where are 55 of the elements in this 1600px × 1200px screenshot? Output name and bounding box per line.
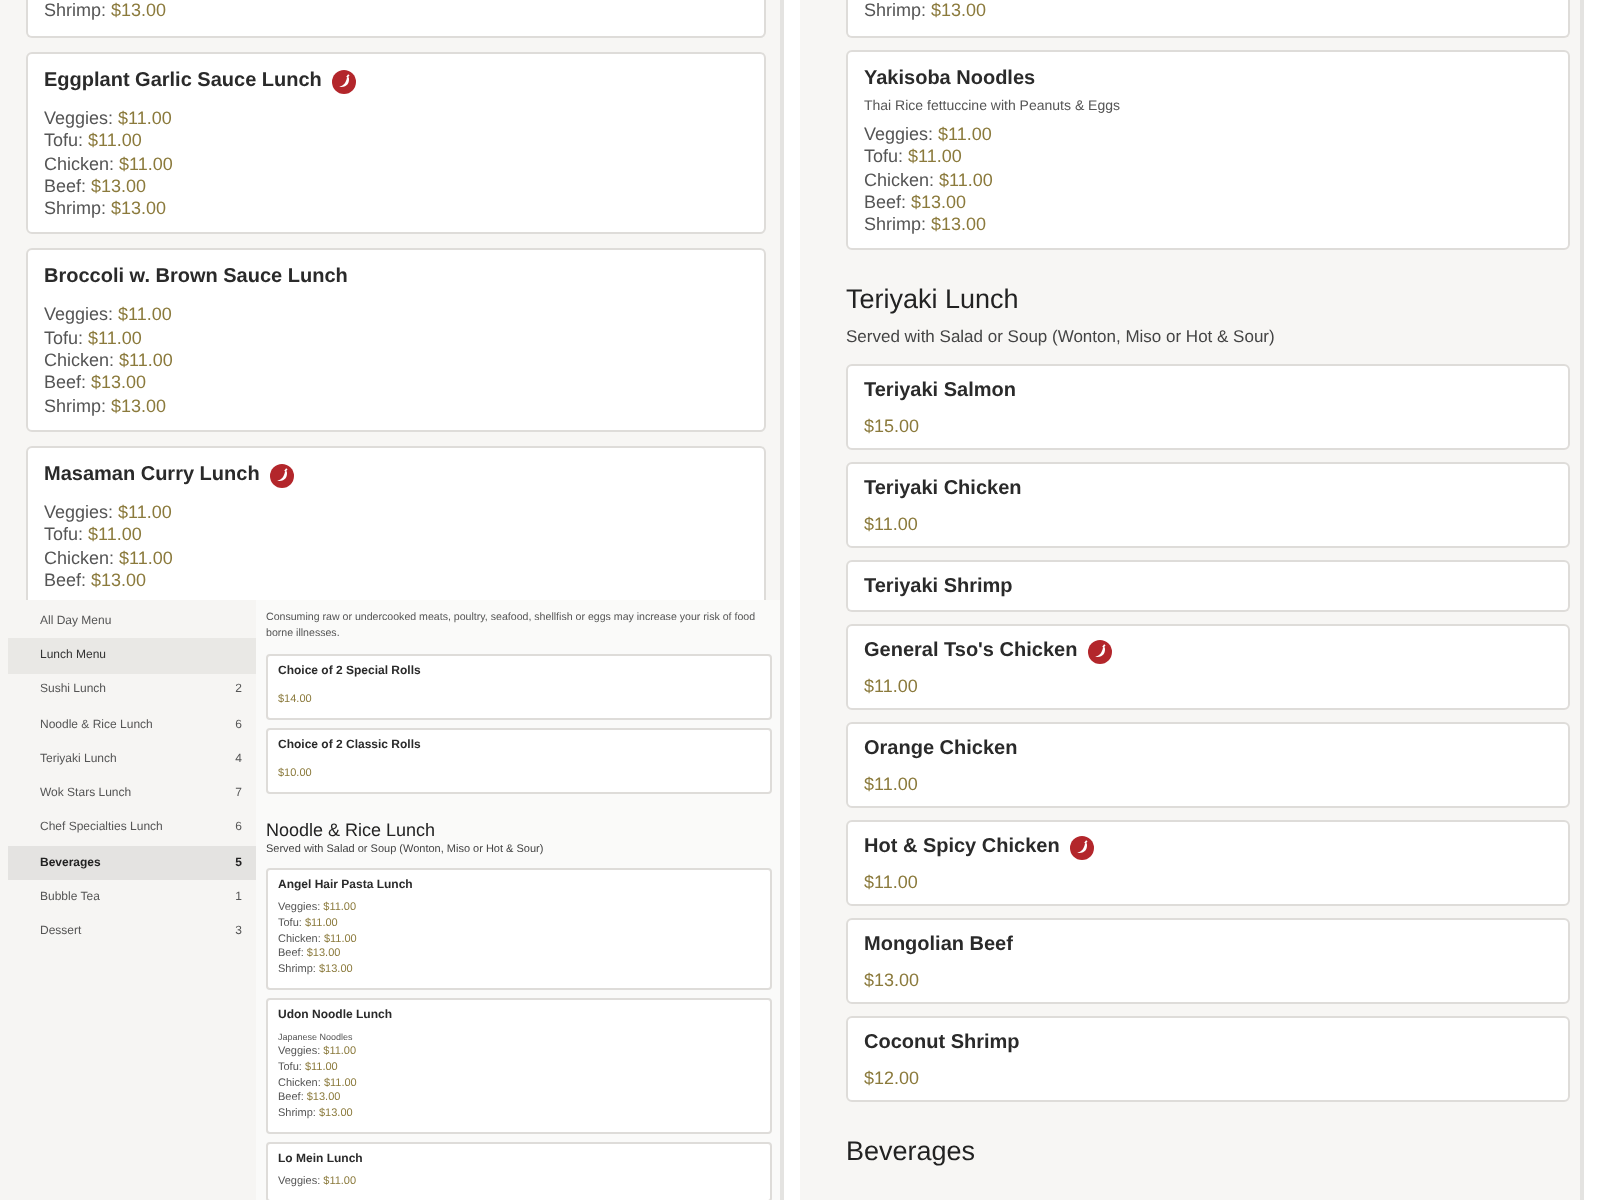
item-price: $11.00	[864, 676, 920, 698]
item-title: Yakisoba Noodles	[864, 66, 1036, 94]
section-heading: Beverages	[846, 1134, 978, 1170]
menu-item-card[interactable]: Teriyaki Chicken $11.00	[846, 462, 1570, 549]
menu-item-card[interactable]: Broccoli w. Brown Sauce Lunch Veggies: $11.00 Tofu: $11.00 Chicken: $11.00 Beef: $13.00 Shrimp: $13.00	[26, 248, 766, 432]
item-price: $11.00	[864, 514, 920, 537]
section-heading: Noodle & Rice Lunch	[266, 818, 438, 842]
menu-item-card[interactable]: Teriyaki Shrimp	[846, 560, 1570, 600]
price-line: Veggies: $11.00	[44, 304, 174, 328]
price-line: Beef: $13.00	[44, 569, 149, 593]
menu-item-card[interactable]: Teriyaki Salmon $15.00	[846, 364, 1570, 451]
item-price: $13.00	[864, 970, 922, 992]
item-title: Teriyaki Shrimp	[864, 574, 1013, 600]
item-title: Broccoli w. Brown Sauce Lunch	[44, 264, 348, 293]
price-line: Beef: $13.00	[44, 175, 149, 199]
price-line: Chicken: $11.00	[864, 169, 995, 192]
item-price: $12.00	[864, 1068, 922, 1090]
item-title: Hot & Spicy Chicken	[864, 834, 1060, 862]
price-line: Veggies: $11.00	[864, 124, 994, 147]
menu-item-card[interactable]: Mongolian Beef $13.00	[846, 918, 1570, 1004]
price-line: Tofu: $11.00	[44, 524, 144, 548]
menu-item-card[interactable]: Masaman Curry Lunch Veggies: $11.00 Tofu: $11.00 Chicken: $11.00 Beef: $13.00	[26, 445, 766, 600]
price-line: Shrimp: $13.00	[44, 0, 169, 23]
price-line: Shrimp: $13.00	[44, 395, 169, 418]
section-heading: Teriyaki Lunch	[846, 282, 1021, 319]
menu-item-card[interactable]: General Tso's Chicken $11.00	[846, 624, 1570, 710]
menu-item-card[interactable]: Hot & Spicy Chicken $11.00	[846, 820, 1570, 906]
price-line: Shrimp: $13.00	[44, 198, 169, 221]
item-price: $11.00	[864, 872, 920, 894]
price-line: Beef: $13.00	[864, 191, 969, 215]
price-line: Tofu: $11.00	[44, 130, 144, 154]
menu-item-card[interactable]: Eggplant Garlic Sauce Lunch Veggies: $11.00 Tofu: $11.00 Chicken: $11.00 Beef: $13.00 Shrimp: $13.00	[26, 52, 766, 235]
item-price: $15.00	[864, 416, 922, 439]
item-title: General Tso's Chicken	[864, 638, 1078, 666]
item-title: Coconut Shrimp	[864, 1030, 1020, 1058]
price-line: Tofu: $11.00	[864, 146, 964, 170]
item-title: Mongolian Beef	[864, 932, 1013, 960]
price-line: Shrimp: $13.00	[864, 0, 989, 23]
menu-item-card[interactable]: Orange Chicken $11.00	[846, 722, 1570, 808]
item-title: Teriyaki Salmon	[864, 378, 1016, 407]
item-title: Masaman Curry Lunch	[44, 461, 260, 490]
item-title: Orange Chicken	[864, 736, 1018, 764]
price-line: Veggies: $11.00	[44, 501, 174, 525]
price-line: Chicken: $11.00	[44, 547, 175, 570]
item-title: Teriyaki Chicken	[864, 476, 1022, 505]
price-line: Tofu: $11.00	[44, 327, 144, 351]
item-title: Eggplant Garlic Sauce Lunch	[44, 68, 322, 96]
price-line: Chicken: $11.00	[44, 153, 175, 176]
menu-item-card[interactable]: Coconut Shrimp $12.00	[846, 1016, 1570, 1102]
price-line: Veggies: $11.00	[44, 108, 174, 131]
price-line: Beef: $13.00	[44, 372, 149, 396]
section-subtitle: Served with Salad or Soup (Wonton, Miso or Hot & Sour)	[846, 326, 1277, 347]
item-price: $11.00	[864, 774, 920, 796]
price-line: Chicken: $11.00	[44, 350, 175, 373]
price-line: Shrimp: $13.00	[864, 214, 989, 237]
